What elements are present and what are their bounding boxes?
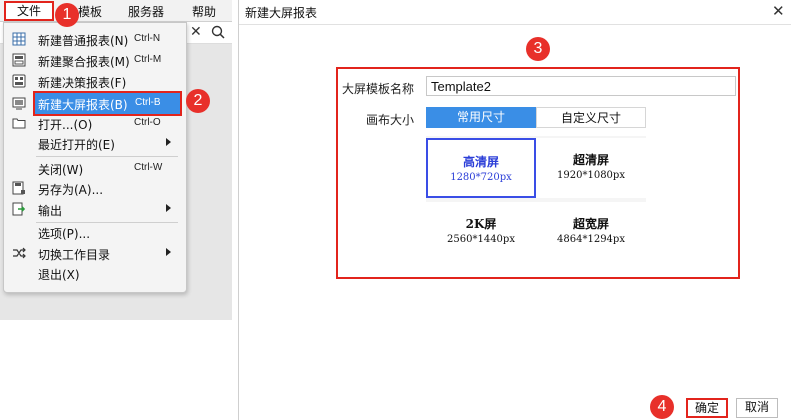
size-card-title: 超清屏 [572, 153, 609, 167]
menu-item-export[interactable]: 输出 [4, 199, 186, 220]
menu-item-shortcut: Ctrl-W [134, 162, 163, 173]
menu-item-label: 打开...(O) [38, 118, 93, 132]
menu-divider [36, 156, 178, 157]
size-card-ultrawide[interactable]: 超宽屏 4864*1294px [536, 202, 646, 262]
template-name-label: 大屏模板名称 [342, 82, 415, 96]
switch-icon [13, 247, 26, 259]
menu-item-label: 关闭(W) [38, 163, 84, 177]
menu-bar: 文件 模板 服务器 帮助 [0, 0, 232, 22]
folder-icon [12, 118, 26, 129]
dashboard-icon [12, 74, 26, 88]
menu-template[interactable]: 模板 [78, 3, 102, 20]
search-icon[interactable] [211, 25, 225, 39]
file-dropdown-menu: 新建普通报表(N) Ctrl-N 新建聚合报表(M) Ctrl-M 新建决策报表… [3, 22, 187, 293]
canvas-size-label: 画布大小 [366, 113, 415, 127]
menu-item-shortcut: Ctrl-B [135, 97, 161, 108]
menu-item-switch-workdir[interactable]: 切换工作目录 [4, 243, 186, 264]
size-card-dims: 4864*1294px [557, 234, 625, 245]
tab-common-size[interactable]: 常用尺寸 [426, 107, 536, 128]
menu-file[interactable]: 文件 [4, 1, 54, 21]
menu-item-options[interactable]: 选项(P)... [4, 222, 186, 243]
step-badge-3: 3 [526, 37, 550, 61]
ok-button[interactable]: 确定 [686, 398, 728, 418]
size-card-dims: 1280*720px [450, 172, 512, 183]
menu-item-label: 新建聚合报表(M) [38, 55, 130, 69]
menu-server[interactable]: 服务器 [128, 3, 164, 20]
cancel-button[interactable]: 取消 [736, 398, 778, 418]
submenu-arrow-icon [166, 138, 171, 146]
large-screen-icon [12, 97, 26, 110]
menu-item-label: 选项(P)... [38, 227, 91, 241]
menu-help[interactable]: 帮助 [192, 3, 216, 20]
menu-item-label: 输出 [38, 204, 63, 218]
menu-item-label: 切换工作目录 [38, 248, 111, 262]
table-icon [12, 32, 26, 46]
size-card-dims: 2560*1440px [447, 234, 515, 245]
size-card-title: 超宽屏 [572, 217, 609, 231]
save-as-icon [12, 181, 25, 195]
tab-custom-size[interactable]: 自定义尺寸 [536, 107, 646, 128]
step-badge-4: 4 [650, 395, 674, 419]
menu-item-recent[interactable]: 最近打开的(E) [4, 133, 186, 154]
menu-item-shortcut: Ctrl-M [134, 54, 162, 65]
size-card-hd[interactable]: 高清屏 1280*720px [426, 138, 536, 198]
step-badge-1: 1 [55, 3, 79, 27]
menu-item-label: 新建决策报表(F) [38, 76, 127, 90]
close-icon[interactable]: ✕ [772, 2, 785, 20]
menu-item-save-as[interactable]: 另存为(A)... [4, 178, 186, 199]
size-card-title: 高清屏 [462, 155, 499, 169]
aggregate-report-icon [12, 53, 26, 67]
menu-item-label: 新建普通报表(N) [38, 34, 129, 48]
menu-item-exit[interactable]: 退出(X) [4, 263, 186, 284]
submenu-arrow-icon [166, 204, 171, 212]
export-icon [12, 202, 26, 216]
size-card-fhd[interactable]: 超清屏 1920*1080px [536, 138, 646, 198]
menu-item-shortcut: Ctrl-N [134, 33, 161, 44]
menu-item-label: 另存为(A)... [38, 183, 104, 197]
menu-item-open[interactable]: 打开...(O) Ctrl-O [4, 113, 186, 134]
menu-item-label: 新建大屏报表(B) [38, 98, 128, 112]
menu-item-new-aggregate-report[interactable]: 新建聚合报表(M) Ctrl-M [4, 50, 186, 71]
size-card-2k[interactable]: 2K屏 2560*1440px [426, 202, 536, 262]
menu-item-label: 最近打开的(E) [38, 138, 115, 152]
menu-item-label: 退出(X) [38, 268, 80, 282]
menu-item-new-normal-report[interactable]: 新建普通报表(N) Ctrl-N [4, 29, 186, 50]
menu-item-close[interactable]: 关闭(W) Ctrl-W [4, 158, 186, 179]
submenu-arrow-icon [166, 248, 171, 256]
step-badge-2: 2 [186, 89, 210, 113]
new-large-screen-dialog: 新建大屏报表 ✕ 3 大屏模板名称 画布大小 常用尺寸 自定义尺寸 高清屏 12… [238, 0, 791, 420]
menu-item-new-decision-report[interactable]: 新建决策报表(F) [4, 71, 186, 92]
template-name-input[interactable] [426, 76, 736, 96]
menu-item-new-large-screen-report[interactable]: 新建大屏报表(B) Ctrl-B [33, 91, 182, 116]
size-card-title: 2K屏 [465, 217, 497, 231]
menu-item-shortcut: Ctrl-O [134, 117, 161, 128]
close-icon[interactable]: ✕ [190, 24, 202, 40]
dialog-title: 新建大屏报表 [245, 6, 318, 20]
size-card-dims: 1920*1080px [557, 170, 625, 181]
